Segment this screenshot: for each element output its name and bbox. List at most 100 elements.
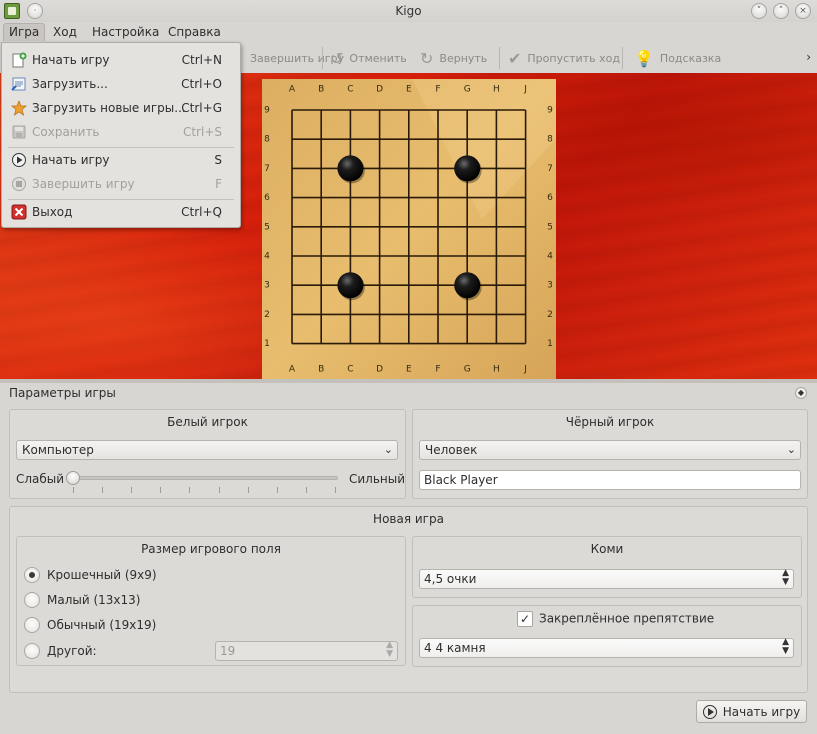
column-label-top: C: [347, 85, 353, 95]
dock-title: Параметры игры: [9, 386, 116, 400]
column-label-bottom: E: [406, 365, 412, 375]
menu-game[interactable]: Игра: [3, 23, 46, 41]
toolbar-separator: [622, 47, 623, 69]
other-size-value: 19: [220, 644, 236, 658]
black-player-name-input[interactable]: Black Player: [419, 470, 801, 490]
slider-tick: [102, 487, 104, 493]
window-title: Kigo: [395, 4, 422, 18]
menu-start-game-shortcut: S: [214, 153, 222, 167]
column-label-bottom: B: [318, 365, 324, 375]
size-normal-radio[interactable]: Обычный (19x19): [24, 617, 156, 633]
spin-arrows-icon: ▲ ▼: [782, 637, 789, 656]
slider-tick: [73, 487, 74, 493]
start-game-button[interactable]: Начать игру: [696, 700, 807, 723]
fixed-handicap-label: Закреплённое препятствие: [539, 611, 715, 626]
menu-start-game-label: Начать игру: [32, 153, 110, 167]
white-player-type-select[interactable]: Компьютер ⌄: [16, 440, 398, 460]
undo-label: Отменить: [349, 51, 407, 65]
size-normal-label: Обычный (19x19): [47, 618, 157, 632]
size-other-label: Другой:: [47, 644, 97, 658]
size-small-radio[interactable]: Малый (13x13): [24, 592, 140, 608]
menu-new-game-shortcut: Ctrl+N: [181, 53, 222, 67]
black-player-type-value: Человек: [425, 443, 478, 457]
menu-load-label: Загрузить...: [32, 77, 108, 91]
row-label-left: 3: [264, 281, 270, 291]
column-label-top: H: [493, 85, 500, 95]
go-board[interactable]: A A B B C C D D E E F F G G H H J J 9 9 8 8 7 7 6 6 5 5 4 4 3 3 2 2 1 1: [262, 79, 556, 379]
black-stone: [454, 155, 481, 182]
slider-tick: [276, 487, 278, 493]
menu-end-game[interactable]: Завершить игру F: [2, 173, 240, 195]
slider-tick: [189, 487, 191, 493]
row-label-left: 7: [264, 164, 270, 174]
komi-spinbox[interactable]: 4,5 очки ▲ ▼: [419, 569, 794, 589]
hint-tool-button[interactable]: 💡 Подсказка: [634, 48, 722, 68]
menu-end-game-shortcut: F: [215, 177, 222, 191]
chevron-down-icon: ⌄: [383, 443, 393, 456]
row-label-left: 8: [264, 135, 270, 145]
column-label-top: B: [318, 85, 324, 95]
black-stone: [337, 155, 364, 182]
new-game-title: Новая игра: [373, 512, 444, 526]
checkmark-icon: ✔: [508, 48, 522, 68]
hint-label: Подсказка: [659, 51, 722, 65]
menu-start-game[interactable]: Начать игру S: [2, 149, 240, 171]
column-label-bottom: F: [435, 365, 440, 375]
handicap-spinbox[interactable]: 4 4 камня ▲ ▼: [419, 638, 794, 658]
menu-help[interactable]: Справка: [168, 25, 221, 39]
dock-float-button[interactable]: ◆: [795, 387, 807, 399]
stop-icon: [12, 177, 26, 191]
star-icon: [11, 100, 27, 116]
column-label-top: E: [406, 85, 412, 95]
menu-settings[interactable]: Настройка: [92, 25, 159, 39]
strength-slider-track[interactable]: [70, 476, 338, 480]
menu-new-game-label: Начать игру: [32, 53, 110, 67]
spin-arrows-icon: ▲ ▼: [782, 568, 789, 587]
radio-indicator: [24, 643, 40, 659]
row-label-right: 8: [547, 135, 553, 145]
row-label-left: 6: [264, 193, 270, 203]
pass-tool-button[interactable]: ✔ Пропустить ход: [508, 48, 620, 68]
menu-load-new-games[interactable]: Загрузить новые игры... Ctrl+G: [2, 97, 240, 119]
menu-save[interactable]: Сохранить Ctrl+S: [2, 121, 240, 143]
fixed-handicap-checkbox[interactable]: ✓ Закреплённое препятствие: [517, 611, 714, 627]
row-label-right: 3: [547, 281, 553, 291]
row-label-left: 4: [264, 252, 270, 262]
black-player-type-select[interactable]: Человек ⌄: [419, 440, 801, 460]
redo-tool-button[interactable]: ↻ Вернуть: [420, 49, 488, 68]
radio-indicator: [24, 617, 40, 633]
maximize-button[interactable]: ˄: [773, 3, 789, 19]
undo-tool-button[interactable]: ↺ Отменить: [330, 49, 407, 68]
menu-quit[interactable]: Выход Ctrl+Q: [2, 201, 240, 223]
column-label-top: A: [289, 85, 296, 95]
black-stone: [337, 272, 364, 299]
close-button[interactable]: ×: [795, 3, 811, 19]
strength-slider-handle[interactable]: [66, 471, 80, 485]
toolbar-extension-button[interactable]: ›: [806, 50, 811, 64]
menu-new-game[interactable]: Начать игру Ctrl+N: [2, 49, 240, 71]
row-label-left: 5: [264, 222, 270, 232]
other-size-spinbox[interactable]: 19 ▲ ▼: [215, 641, 398, 661]
row-label-left: 2: [264, 310, 270, 320]
column-label-top: F: [435, 85, 440, 95]
column-label-bottom: H: [493, 365, 500, 375]
redo-label: Вернуть: [439, 51, 488, 65]
menu-quit-shortcut: Ctrl+Q: [181, 205, 222, 219]
row-label-right: 4: [547, 252, 553, 262]
weak-label: Слабый: [16, 472, 65, 486]
menu-save-shortcut: Ctrl+S: [182, 125, 222, 139]
start-game-label: Начать игру: [722, 704, 801, 719]
title-bar: · Kigo ˅ ˄ ×: [0, 0, 817, 22]
size-tiny-radio[interactable]: Крошечный (9x9): [24, 567, 157, 583]
column-label-bottom: C: [347, 365, 353, 375]
size-other-radio[interactable]: Другой:: [24, 643, 97, 659]
slider-tick: [218, 487, 220, 493]
lightbulb-icon: 💡: [634, 48, 654, 68]
row-label-right: 9: [547, 106, 553, 116]
white-player-type-value: Компьютер: [22, 443, 94, 457]
board-size-title: Размер игрового поля: [141, 542, 281, 556]
column-label-bottom: G: [464, 365, 471, 375]
menu-load[interactable]: Загрузить... Ctrl+O: [2, 73, 240, 95]
menu-move[interactable]: Ход: [53, 25, 77, 39]
minimize-button[interactable]: ˅: [751, 3, 767, 19]
